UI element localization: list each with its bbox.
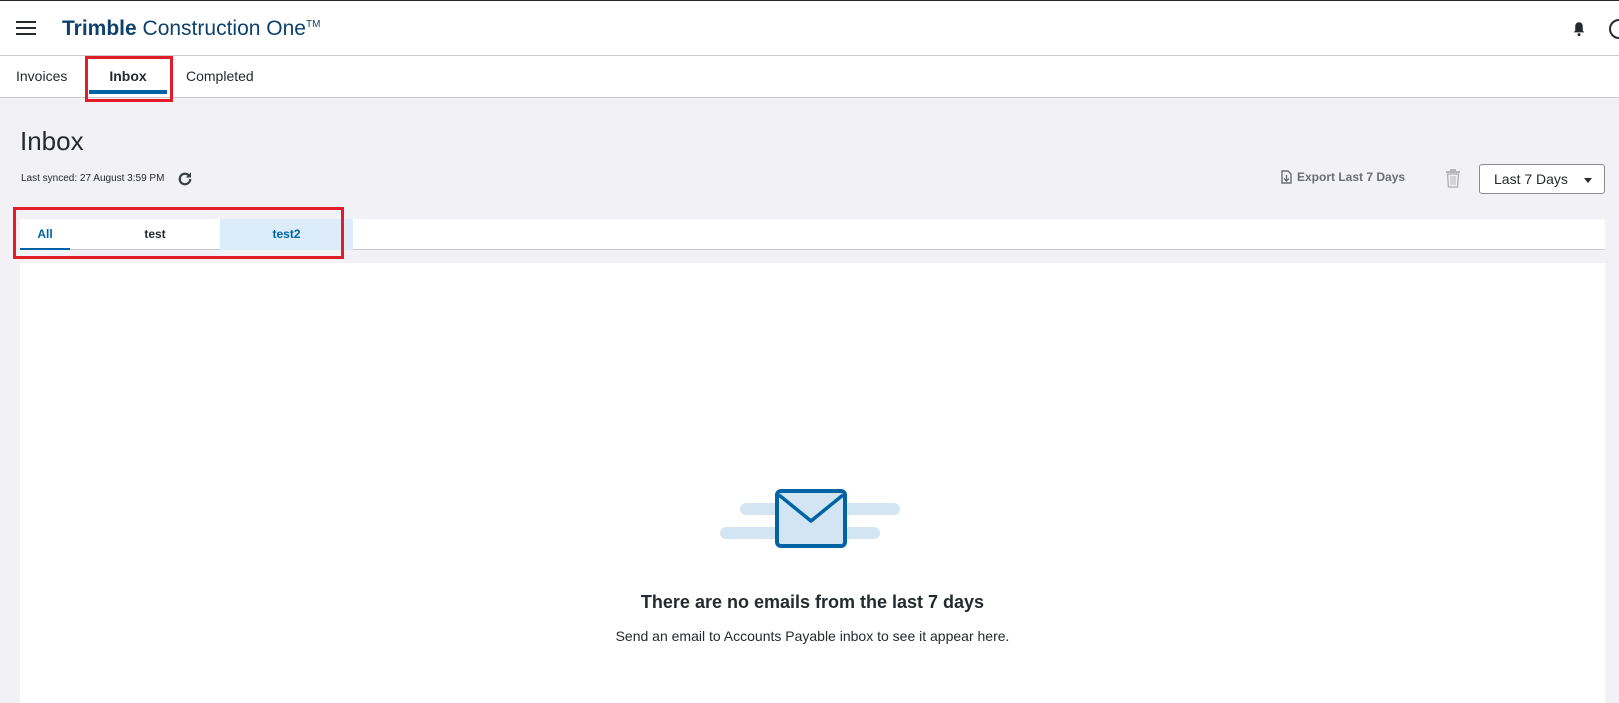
tab-inbox[interactable]: Inbox [89,56,167,98]
active-tab-indicator [89,90,167,94]
export-icon [1281,170,1292,184]
page-title: Inbox [20,126,84,156]
brand-logo: Trimble Construction OneTM [62,17,320,41]
subtab-all-label: All [37,227,53,241]
brand-name-light: Construction One [136,17,306,40]
subtab-test2[interactable]: test2 [220,219,353,250]
inbox-filter-tabs: All test test2 [20,219,1605,250]
user-icon[interactable] [1609,19,1619,39]
subtab-test[interactable]: test [90,219,220,250]
top-bar: Trimble Construction OneTM [0,0,1619,56]
export-button[interactable]: Export Last 7 Days [1280,170,1405,184]
tab-completed[interactable]: Completed [186,56,254,98]
subtab-all[interactable]: All [20,219,70,250]
last-synced-text: Last synced: 27 August 3:59 PM [21,173,165,184]
primary-nav: Invoices Inbox Completed [0,56,1619,98]
caret-down-icon [1584,178,1592,183]
brand-name-strong: Trimble [62,17,137,40]
empty-state-title: There are no emails from the last 7 days [640,592,985,612]
refresh-icon[interactable] [176,170,194,188]
tab-invoices[interactable]: Invoices [16,56,67,98]
empty-state-subtitle: Send an email to Accounts Payable inbox … [615,628,1010,644]
trash-icon[interactable] [1445,168,1461,188]
menu-icon[interactable] [16,21,36,37]
tab-inbox-label: Inbox [109,68,147,84]
envelope-icon [720,489,900,548]
export-label: Export Last 7 Days [1297,170,1406,184]
active-subtab-indicator [20,248,70,250]
brand-trademark: TM [305,19,321,30]
date-range-select[interactable]: Last 7 Days [1479,164,1605,194]
date-range-value: Last 7 Days [1494,171,1568,187]
bell-icon[interactable] [1570,20,1588,38]
